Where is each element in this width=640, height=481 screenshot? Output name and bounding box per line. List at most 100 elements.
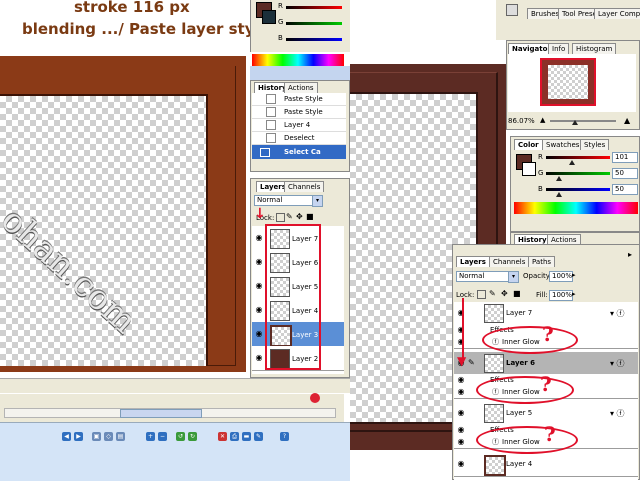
history-item[interactable]: Paste Style — [252, 93, 346, 106]
eye-icon[interactable]: ◉ — [254, 233, 264, 243]
lock-icon[interactable]: ■ — [513, 289, 521, 298]
eye-icon[interactable]: ◉ — [456, 408, 466, 418]
next-icon[interactable]: ▶ — [74, 432, 83, 441]
panel-menu-icon[interactable]: ▸ — [628, 250, 632, 259]
history-item[interactable]: Paste Style — [252, 106, 346, 119]
eye-icon[interactable]: ◉ — [456, 325, 466, 335]
viewer-toolbar: ◀ ▶ ▣ ◇ ▤ + − ↺ ↻ ✕ ⎙ ▬ ✎ ? — [60, 430, 300, 444]
eye-icon[interactable]: ◉ — [456, 308, 466, 318]
brush-icon: ✎ — [468, 358, 475, 367]
color-r-value[interactable]: 101 — [612, 152, 638, 163]
color-b-value[interactable]: 50 — [612, 184, 638, 195]
history-step-icon — [266, 94, 276, 104]
opacity-arrow-icon[interactable]: ▸ — [572, 271, 576, 279]
eye-icon[interactable]: ◉ — [456, 437, 466, 447]
print-icon[interactable]: ⎙ — [230, 432, 239, 441]
bg-color-large[interactable] — [522, 162, 536, 176]
eye-icon[interactable]: ◉ — [254, 305, 264, 315]
fx-icon[interactable]: ▾ ⓕ — [610, 308, 625, 319]
history-item-selected[interactable]: Select Ca — [252, 145, 346, 159]
dock-tool-icon[interactable] — [506, 4, 518, 16]
eye-icon[interactable]: ◉ — [254, 281, 264, 291]
lock-brush-icon[interactable]: ✎ — [286, 212, 293, 221]
color-spectrum[interactable] — [514, 202, 638, 214]
zoom-slider-thumb[interactable] — [572, 120, 578, 125]
tab-channels[interactable]: Channels — [489, 256, 530, 267]
color-r-slider[interactable] — [546, 156, 610, 159]
red-arrow-head: ▼ — [457, 354, 467, 368]
color-b-thumb[interactable] — [555, 192, 562, 197]
save-icon[interactable]: ▬ — [242, 432, 251, 441]
eye-icon[interactable]: ◉ — [456, 375, 466, 385]
fx-icon[interactable]: ▾ ⓕ — [610, 408, 625, 419]
navigator-thumb-inner — [548, 65, 588, 99]
tab-layer-comps[interactable]: Layer Comps — [594, 8, 640, 19]
zoom-out-small-icon[interactable]: ▲ — [540, 116, 545, 124]
fill-field[interactable]: 100% — [549, 290, 573, 301]
history-item[interactable]: Deselect — [252, 132, 346, 145]
history-item[interactable]: Layer 4 — [252, 119, 346, 132]
eye-icon[interactable]: ◉ — [254, 329, 264, 339]
bg-color-swatch[interactable] — [262, 10, 276, 24]
mini-color-r-label: R — [278, 2, 283, 10]
lock-transparent-icon[interactable] — [276, 213, 285, 222]
blend-dropdown-icon[interactable]: ▾ — [508, 271, 519, 283]
zoom-slider[interactable] — [550, 120, 616, 122]
tab-color[interactable]: Color — [514, 139, 543, 150]
rotate-icon[interactable]: ↺ — [176, 432, 185, 441]
tab-layers[interactable]: Layers — [456, 256, 490, 267]
fit-icon[interactable]: ▣ — [92, 432, 101, 441]
tab-styles[interactable]: Styles — [580, 139, 610, 150]
fill-arrow-icon[interactable]: ▸ — [572, 290, 576, 298]
delete-icon[interactable]: ✕ — [218, 432, 227, 441]
blend-mode-select[interactable]: Normal — [456, 271, 512, 282]
zoom-in-small-icon[interactable]: ▲ — [624, 116, 630, 125]
lock-position-icon[interactable]: ✥ — [501, 289, 508, 298]
eye-icon[interactable]: ◉ — [456, 425, 466, 435]
warning-icon[interactable] — [310, 393, 320, 403]
navigator-zoom[interactable]: 86.07% — [508, 117, 535, 125]
tab-info[interactable]: Info — [548, 43, 570, 54]
status-bar — [0, 378, 350, 393]
history-item-label: Layer 4 — [284, 121, 311, 129]
opacity-field[interactable]: 100% — [549, 271, 573, 282]
layer-thumbnail — [484, 404, 504, 423]
edit-icon[interactable]: ✎ — [254, 432, 263, 441]
small-blend-mode-select[interactable]: Normal — [254, 195, 318, 206]
mini-r-slider[interactable] — [286, 6, 342, 9]
slideshow-icon[interactable]: ▤ — [116, 432, 125, 441]
zoom-out-icon[interactable]: − — [158, 432, 167, 441]
help-icon[interactable]: ? — [280, 432, 289, 441]
mini-b-slider[interactable] — [286, 38, 342, 41]
eye-icon[interactable]: ◉ — [456, 337, 466, 347]
small-blend-dropdown-icon[interactable]: ▾ — [312, 195, 323, 207]
fx-icon[interactable]: ▾ ⓕ — [610, 358, 625, 369]
color-g-slider[interactable] — [546, 172, 610, 175]
color-r-thumb[interactable] — [568, 160, 575, 165]
actual-size-icon[interactable]: ◇ — [104, 432, 113, 441]
mini-g-slider[interactable] — [286, 22, 342, 25]
tab-paths[interactable]: Paths — [528, 256, 556, 267]
color-b-slider[interactable] — [546, 188, 610, 191]
layer-row[interactable]: ◉ Layer 4 — [454, 452, 638, 477]
lock-all-icon[interactable]: ■ — [306, 212, 314, 221]
tab-swatches[interactable]: Swatches — [542, 139, 584, 150]
rotate-cw-icon[interactable]: ↻ — [188, 432, 197, 441]
color-g-value[interactable]: 50 — [612, 168, 638, 179]
question-mark: ? — [542, 322, 554, 346]
zoom-in-icon[interactable]: + — [146, 432, 155, 441]
eye-icon[interactable]: ◉ — [254, 257, 264, 267]
prev-icon[interactable]: ◀ — [62, 432, 71, 441]
mini-spectrum[interactable] — [252, 54, 344, 66]
tab-channels-small[interactable]: Channels — [284, 181, 325, 192]
scrollbar-thumb[interactable] — [120, 409, 202, 418]
tab-actions-small[interactable]: Actions — [284, 82, 318, 93]
lock-pixels-icon[interactable]: ✎ — [489, 289, 496, 298]
lock-transparency-icon[interactable] — [477, 290, 486, 299]
eye-icon[interactable]: ◉ — [456, 387, 466, 397]
eye-icon[interactable]: ◉ — [254, 353, 264, 363]
color-g-thumb[interactable] — [555, 176, 562, 181]
lock-move-icon[interactable]: ✥ — [296, 212, 303, 221]
eye-icon[interactable]: ◉ — [456, 459, 466, 469]
tab-histogram[interactable]: Histogram — [572, 43, 617, 54]
